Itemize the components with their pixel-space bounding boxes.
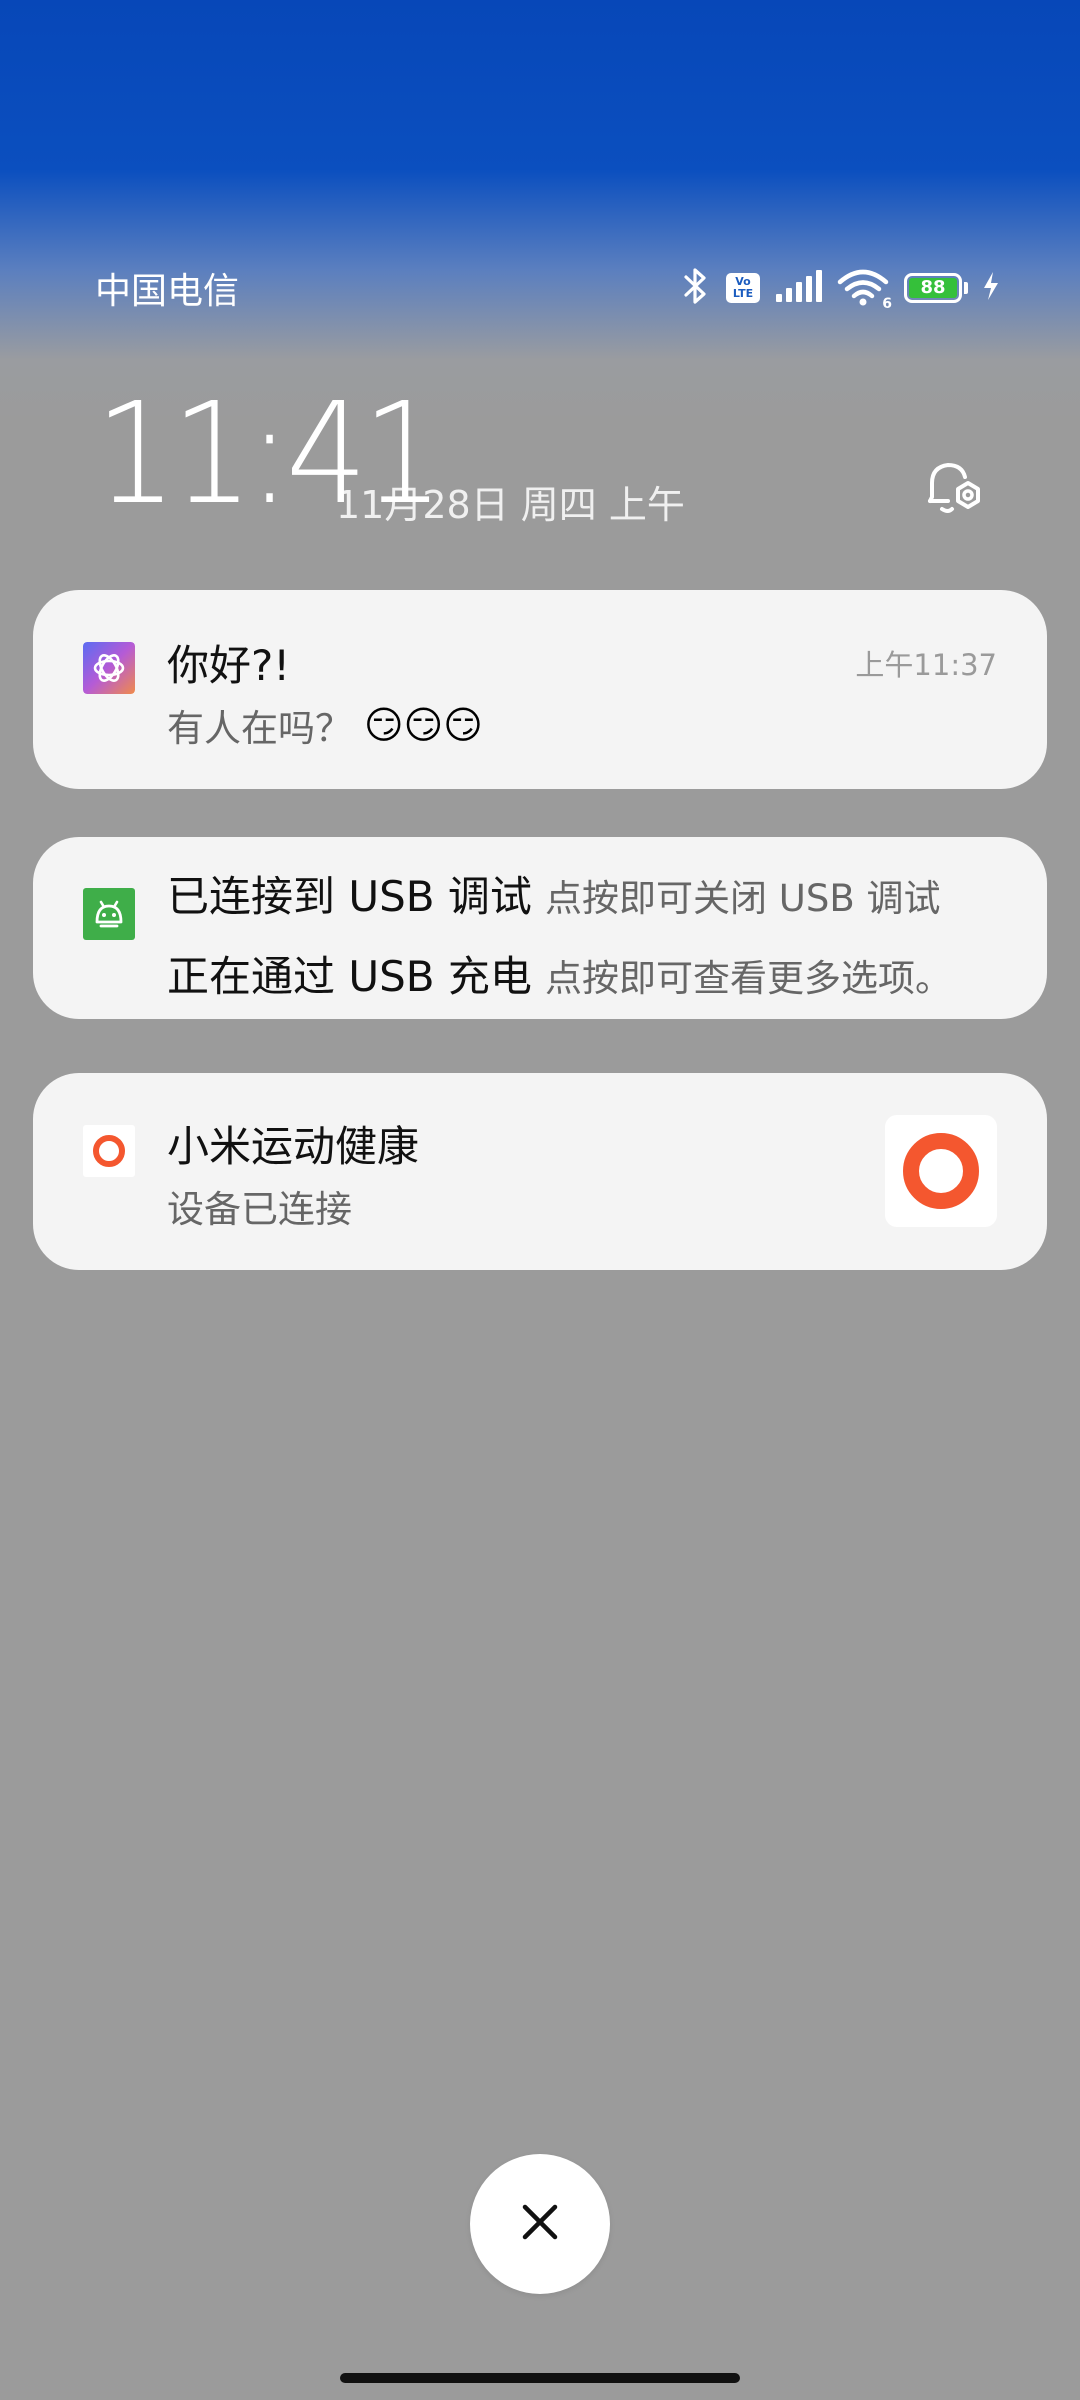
mi-fitness-ring-icon [885, 1115, 997, 1227]
charging-icon [982, 271, 1000, 305]
volte-icon: Vo LTE [726, 273, 760, 303]
usb-charging-title: 正在通过 USB 充电 [167, 952, 532, 1001]
usb-charging-line: 正在通过 USB 充电 点按即可查看更多选项。 [167, 943, 952, 1004]
mi-fitness-icon [83, 1125, 135, 1181]
chatgpt-icon [83, 642, 135, 698]
carrier-name: 中国电信 [95, 271, 240, 312]
notification-time: 上午11:37 [855, 648, 997, 682]
usb-charging-text: 点按即可查看更多选项。 [545, 957, 953, 1000]
notification-settings-icon[interactable] [918, 455, 986, 523]
usb-debug-text: 点按即可关闭 USB 调试 [545, 877, 941, 920]
usb-debug-title: 已连接到 USB 调试 [167, 872, 532, 921]
wifi-6-icon: 6 [836, 268, 892, 312]
home-indicator[interactable] [340, 2373, 740, 2383]
notification-card-mi-fitness[interactable]: 小米运动健康 设备已连接 [33, 1073, 1047, 1270]
notification-body: 设备已连接 [167, 1188, 352, 1231]
status-icons: Vo LTE 6 88 [678, 266, 1000, 312]
bluetooth-icon [678, 266, 712, 310]
notification-body: 有人在吗？ [167, 707, 352, 750]
signal-icon [774, 270, 822, 306]
clear-notifications-button[interactable] [470, 2154, 610, 2294]
notification-card-chat[interactable]: 你好?! 上午11:37 有人在吗？ 😏😏😏 [33, 590, 1047, 789]
battery-level: 88 [909, 278, 957, 298]
lockscreen-date: 11月28日 周四 上午 [336, 483, 685, 527]
smirk-emoji: 😏😏😏 [364, 703, 483, 747]
wifi-generation-label: 6 [882, 296, 892, 312]
notification-title: 小米运动健康 [167, 1122, 420, 1171]
usb-debug-line: 已连接到 USB 调试 点按即可关闭 USB 调试 [167, 863, 941, 924]
notification-title: 你好?! [167, 641, 291, 690]
notification-card-usb[interactable]: 已连接到 USB 调试 点按即可关闭 USB 调试 正在通过 USB 充电 点按… [33, 837, 1047, 1019]
battery-icon: 88 [904, 273, 968, 303]
close-icon [520, 2202, 560, 2246]
android-icon [83, 888, 135, 944]
